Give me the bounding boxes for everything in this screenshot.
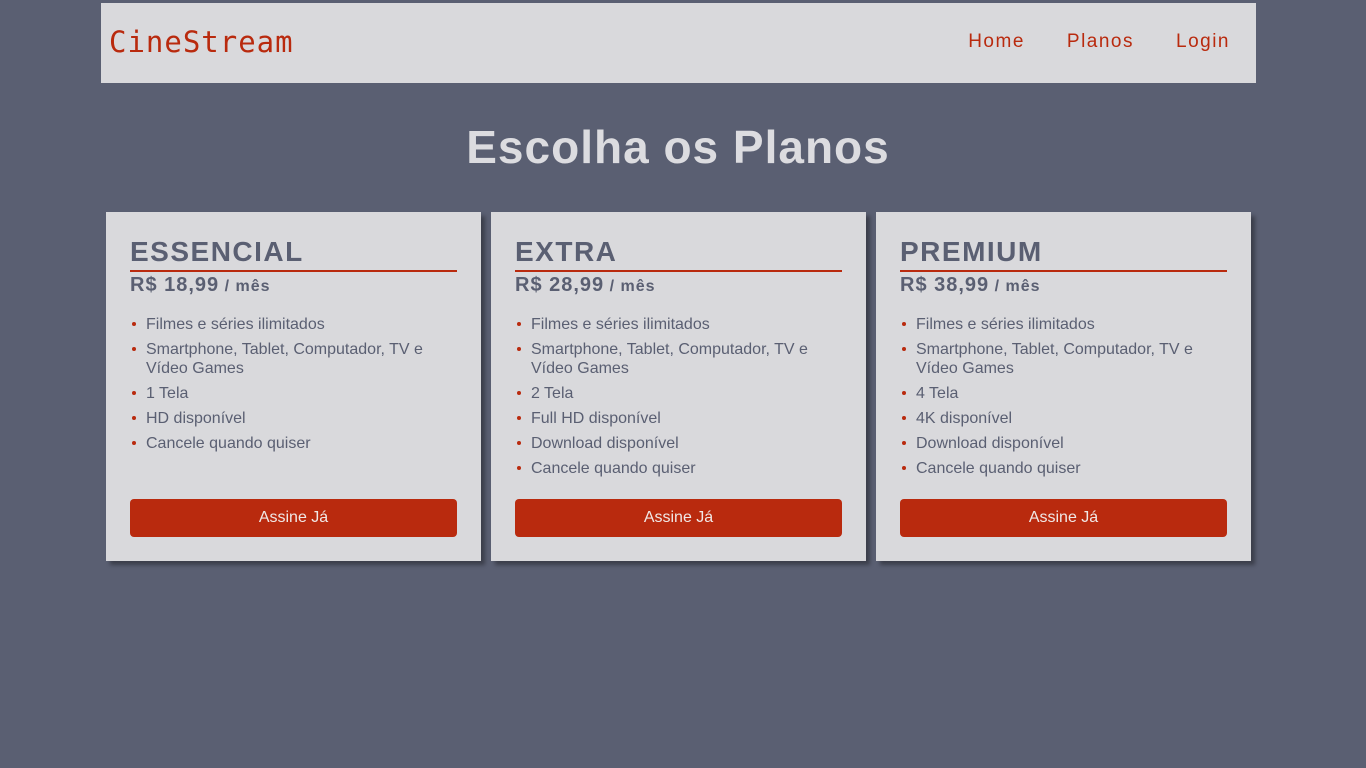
feature-item: Download disponível — [902, 434, 1227, 453]
feature-item: Smartphone, Tablet, Computador, TV e Víd… — [902, 340, 1227, 378]
price-period: / mês — [609, 278, 656, 295]
feature-list: Filmes e séries ilimitados Smartphone, T… — [130, 315, 457, 453]
price-period: / mês — [224, 278, 271, 295]
page-title: Escolha os Planos — [466, 121, 890, 173]
feature-list: Filmes e séries ilimitados Smartphone, T… — [515, 315, 842, 478]
feature-item: 1 Tela — [132, 384, 457, 403]
feature-item: Cancele quando quiser — [517, 459, 842, 478]
feature-list: Filmes e séries ilimitados Smartphone, T… — [900, 315, 1227, 478]
nav-link-home[interactable]: Home — [968, 31, 1025, 53]
price-amount: R$ 18,99 — [130, 274, 220, 296]
feature-item: 4K disponível — [902, 409, 1227, 428]
plan-name: PREMIUM — [900, 236, 1227, 272]
feature-item: 4 Tela — [902, 384, 1227, 403]
subscribe-button-premium[interactable]: Assine Já — [900, 499, 1227, 537]
feature-item: Cancele quando quiser — [902, 459, 1227, 478]
page: CineStream Home Planos Login Escolha os … — [0, 0, 1366, 768]
feature-item: Cancele quando quiser — [132, 434, 457, 453]
feature-item: Filmes e séries ilimitados — [517, 315, 842, 334]
nav-link-planos[interactable]: Planos — [1067, 31, 1134, 53]
plan-price: R$ 18,99 / mês — [130, 274, 457, 297]
plan-name: EXTRA — [515, 236, 842, 272]
feature-item: Full HD disponível — [517, 409, 842, 428]
price-amount: R$ 28,99 — [515, 274, 605, 296]
price-amount: R$ 38,99 — [900, 274, 990, 296]
feature-item: HD disponível — [132, 409, 457, 428]
feature-item: Smartphone, Tablet, Computador, TV e Víd… — [517, 340, 842, 378]
plan-card-extra: EXTRA R$ 28,99 / mês Filmes e séries ili… — [491, 212, 866, 561]
logo[interactable]: CineStream — [109, 25, 294, 59]
feature-item: 2 Tela — [517, 384, 842, 403]
plan-card-premium: PREMIUM R$ 38,99 / mês Filmes e séries i… — [876, 212, 1251, 561]
subscribe-button-extra[interactable]: Assine Já — [515, 499, 842, 537]
feature-item: Smartphone, Tablet, Computador, TV e Víd… — [132, 340, 457, 378]
site-header: CineStream Home Planos Login — [101, 3, 1256, 83]
main-nav: Home Planos Login — [968, 31, 1230, 53]
plan-card-essencial: ESSENCIAL R$ 18,99 / mês Filmes e séries… — [106, 212, 481, 561]
nav-link-login[interactable]: Login — [1176, 31, 1230, 53]
feature-item: Filmes e séries ilimitados — [132, 315, 457, 334]
feature-item: Filmes e séries ilimitados — [902, 315, 1227, 334]
subscribe-button-essencial[interactable]: Assine Já — [130, 499, 457, 537]
feature-item: Download disponível — [517, 434, 842, 453]
plans-container: ESSENCIAL R$ 18,99 / mês Filmes e séries… — [106, 212, 1251, 561]
plan-name: ESSENCIAL — [130, 236, 457, 272]
plan-price: R$ 28,99 / mês — [515, 274, 842, 297]
plan-price: R$ 38,99 / mês — [900, 274, 1227, 297]
price-period: / mês — [994, 278, 1041, 295]
